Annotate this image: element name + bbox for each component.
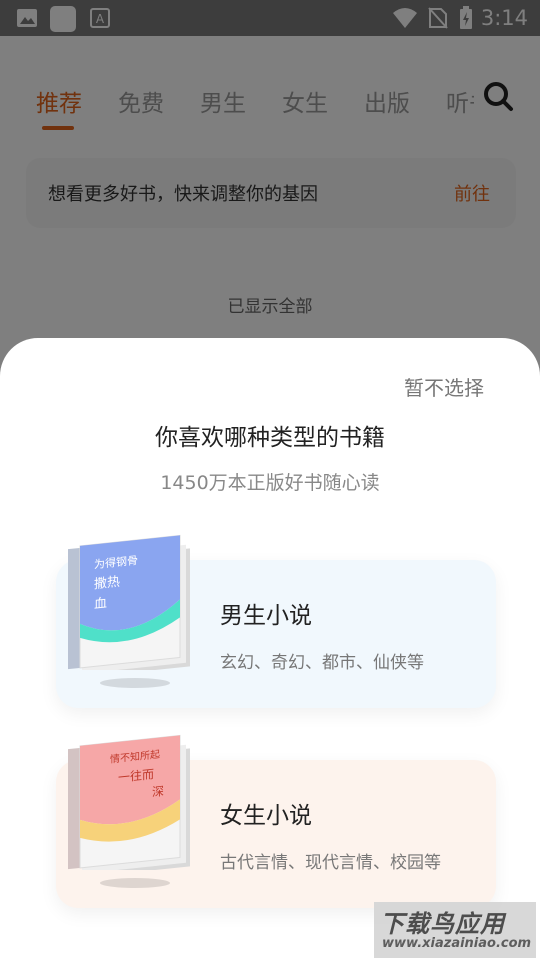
preference-sheet: 暂不选择 你喜欢哪种类型的书籍 1450万本正版好书随心读 男生小说 玄幻、奇幻…	[0, 338, 540, 960]
book-shadow	[100, 878, 170, 888]
watermark-logo: 下载鸟应用 www.xiazainiao.com	[374, 902, 536, 958]
option-description: 古代言情、现代言情、校园等	[220, 853, 441, 873]
option-description: 玄幻、奇幻、都市、仙侠等	[220, 653, 424, 673]
option-title: 女生小说	[220, 803, 312, 829]
cover-line: 撒热	[94, 574, 120, 593]
book-shadow	[100, 678, 170, 688]
watermark-url: www.xiazainiao.com	[382, 936, 532, 951]
option-title: 男生小说	[220, 603, 312, 629]
sheet-title: 你喜欢哪种类型的书籍	[155, 425, 385, 451]
skip-button[interactable]: 暂不选择	[404, 372, 484, 401]
female-book-cover-image: 情不知所起 一往而 深	[68, 734, 190, 870]
male-book-cover-image: 为得钢骨 撒热 血	[68, 534, 190, 670]
cover-line: 血	[94, 596, 107, 612]
sheet-subtitle: 1450万本正版好书随心读	[160, 472, 380, 494]
watermark-title: 下载鸟应用	[380, 910, 505, 938]
cover-line: 深	[152, 784, 164, 799]
